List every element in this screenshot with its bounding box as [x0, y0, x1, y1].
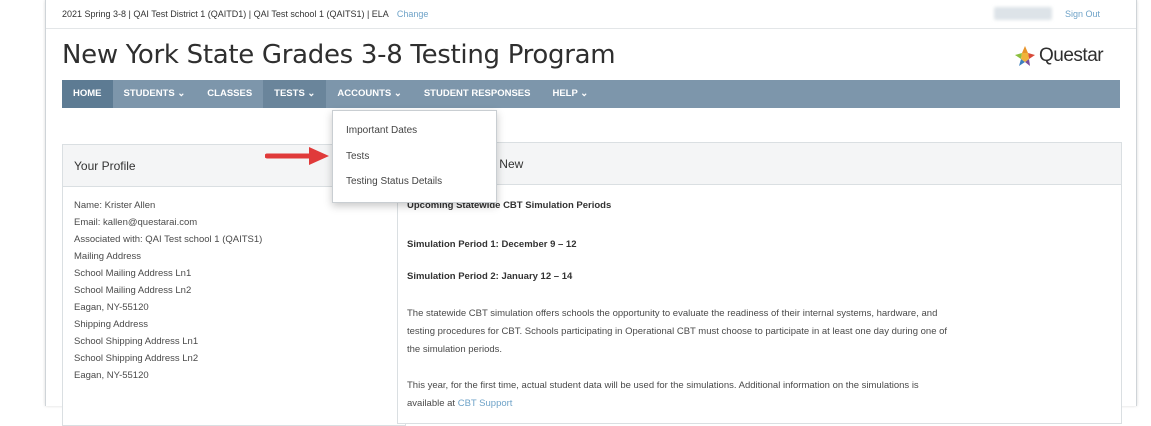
news-paragraph-2-line-2: available at CBT Support [407, 395, 1109, 413]
simulation-period-1: Simulation Period 1: December 9 – 12 [407, 239, 577, 250]
change-link[interactable]: Change [397, 9, 429, 19]
menu-item-testing-status-details[interactable]: Testing Status Details [346, 176, 442, 187]
mailing-address-line1: School Mailing Address Ln1 [74, 268, 192, 279]
nav-home[interactable]: HOME [62, 80, 113, 108]
redacted-username [994, 7, 1052, 20]
nav-tests[interactable]: TESTS ⌄ [263, 80, 327, 108]
questar-logo-icon [1015, 46, 1035, 66]
simulation-period-2: Simulation Period 2: January 12 – 14 [407, 271, 573, 282]
news-panel-header: hat's New [398, 143, 1121, 185]
nav-students[interactable]: STUDENTS ⌄ [113, 80, 197, 108]
shipping-city: Eagan, NY-55120 [74, 370, 149, 381]
questar-logo: Questar [1013, 44, 1104, 68]
news-paragraph-1-line-2: testing procedures for CBT. Schools part… [407, 326, 948, 337]
profile-name: Name: Krister Allen [74, 200, 156, 211]
mailing-city: Eagan, NY-55120 [74, 302, 149, 313]
app-frame: 2021 Spring 3-8 | QAI Test District 1 (Q… [45, 0, 1137, 426]
news-heading: Upcoming Statewide CBT Simulation Period… [407, 200, 612, 211]
nav-accounts[interactable]: ACCOUNTS ⌄ [326, 80, 412, 108]
menu-item-important-dates[interactable]: Important Dates [346, 125, 417, 136]
news-paragraph-1-line-1: The statewide CBT simulation offers scho… [407, 308, 938, 319]
news-paragraph-2-line-1: This year, for the first time, actual st… [407, 380, 919, 391]
context-text: 2021 Spring 3-8 | QAI Test District 1 (Q… [62, 9, 389, 19]
profile-email: Email: kallen@questarai.com [74, 217, 198, 228]
nav-classes[interactable]: CLASSES [196, 80, 263, 108]
context-bar: 2021 Spring 3-8 | QAI Test District 1 (Q… [46, 0, 1136, 29]
menu-item-tests[interactable]: Tests [346, 151, 369, 162]
header: New York State Grades 3-8 Testing Progra… [46, 30, 1136, 80]
news-paragraph-1: The statewide CBT simulation offers scho… [407, 305, 1109, 359]
profile-details: Name: Krister Allen Email: kallen@questa… [74, 197, 262, 384]
red-arrow-icon [265, 147, 329, 165]
profile-association: Associated with: QAI Test school 1 (QAIT… [74, 234, 263, 245]
context-info: 2021 Spring 3-8 | QAI Test District 1 (Q… [62, 9, 428, 19]
news-paragraph-2-line-2-text: available at [407, 398, 458, 409]
news-panel: hat's New Upcoming Statewide CBT Simulat… [397, 142, 1122, 424]
news-paragraph-2: This year, for the first time, actual st… [407, 377, 1109, 413]
shipping-address-label: Shipping Address [74, 319, 148, 330]
profile-title: Your Profile [74, 159, 136, 173]
news-paragraph-1-line-3: the simulation periods. [407, 344, 503, 355]
nav-help[interactable]: HELP ⌄ [541, 80, 599, 108]
shipping-address-line2: School Shipping Address Ln2 [74, 353, 199, 364]
page-title: New York State Grades 3-8 Testing Progra… [62, 40, 616, 70]
sign-out-link[interactable]: Sign Out [1065, 9, 1100, 19]
nav-student-responses[interactable]: STUDENT RESPONSES [413, 80, 542, 108]
logo-text: Questar [1039, 45, 1104, 66]
mailing-address-label: Mailing Address [74, 251, 142, 262]
tests-dropdown-menu: Important Dates Tests Testing Status Det… [332, 110, 497, 203]
main-nav: HOME STUDENTS ⌄ CLASSES TESTS ⌄ ACCOUNTS… [62, 80, 1120, 108]
cbt-support-link[interactable]: CBT Support [458, 398, 513, 409]
shipping-address-line1: School Shipping Address Ln1 [74, 336, 199, 347]
mailing-address-line2: School Mailing Address Ln2 [74, 285, 192, 296]
